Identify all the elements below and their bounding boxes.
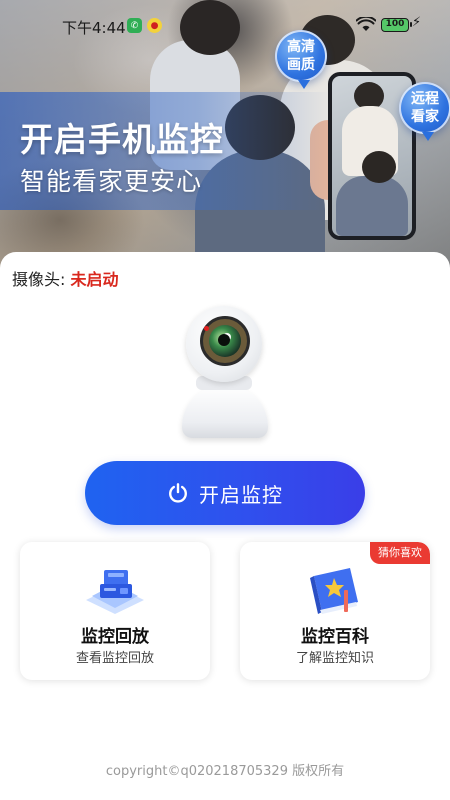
playback-card-subtitle: 查看监控回放 xyxy=(75,651,154,666)
encyclopedia-card[interactable]: 猜你喜欢 监控百科 了解监控知识 xyxy=(240,542,430,680)
start-monitoring-button[interactable]: 开启监控 xyxy=(85,461,365,525)
charging-icon: ⚡ xyxy=(412,15,422,30)
camera-status-value: 未启动 xyxy=(70,270,119,289)
encyclopedia-card-title: 监控百科 xyxy=(301,627,369,647)
wifi-icon xyxy=(356,17,376,31)
camera-status: 摄像头: 未启动 xyxy=(12,266,119,290)
playback-device-icon xyxy=(86,570,144,614)
playback-card[interactable]: 监控回放 查看监控回放 xyxy=(20,542,210,680)
hero-title: 开启手机监控 xyxy=(20,120,224,159)
power-icon xyxy=(169,483,187,503)
hero-subtitle: 智能看家更安心 xyxy=(20,167,203,196)
wechat-notification-icon: ✆ xyxy=(127,18,142,33)
remote-home-badge-label: 远程看家 xyxy=(411,91,439,125)
battery-icon: 100 xyxy=(381,18,412,32)
camera-status-label: 摄像头: xyxy=(12,270,71,289)
encyclopedia-book-icon xyxy=(310,568,358,614)
content-panel: 摄像头: 未启动 开启监控 监控回放 查看监控回放 猜你喜欢 监控百科 了解监控… xyxy=(0,252,450,800)
status-bar: 下午4:44 ✆ ● 100 ⚡ xyxy=(0,0,450,50)
weibo-notification-icon: ● xyxy=(147,18,162,33)
start-monitoring-label: 开启监控 xyxy=(199,482,283,507)
copyright-footer: copyright©q020218705329 版权所有 xyxy=(105,764,345,779)
playback-card-title: 监控回放 xyxy=(81,627,149,647)
security-camera-icon xyxy=(178,306,272,438)
recommend-tag: 猜你喜欢 xyxy=(370,542,430,564)
encyclopedia-card-subtitle: 了解监控知识 xyxy=(295,651,374,666)
remote-home-badge: 远程看家 xyxy=(399,82,450,141)
status-time: 下午4:44 xyxy=(62,19,126,37)
